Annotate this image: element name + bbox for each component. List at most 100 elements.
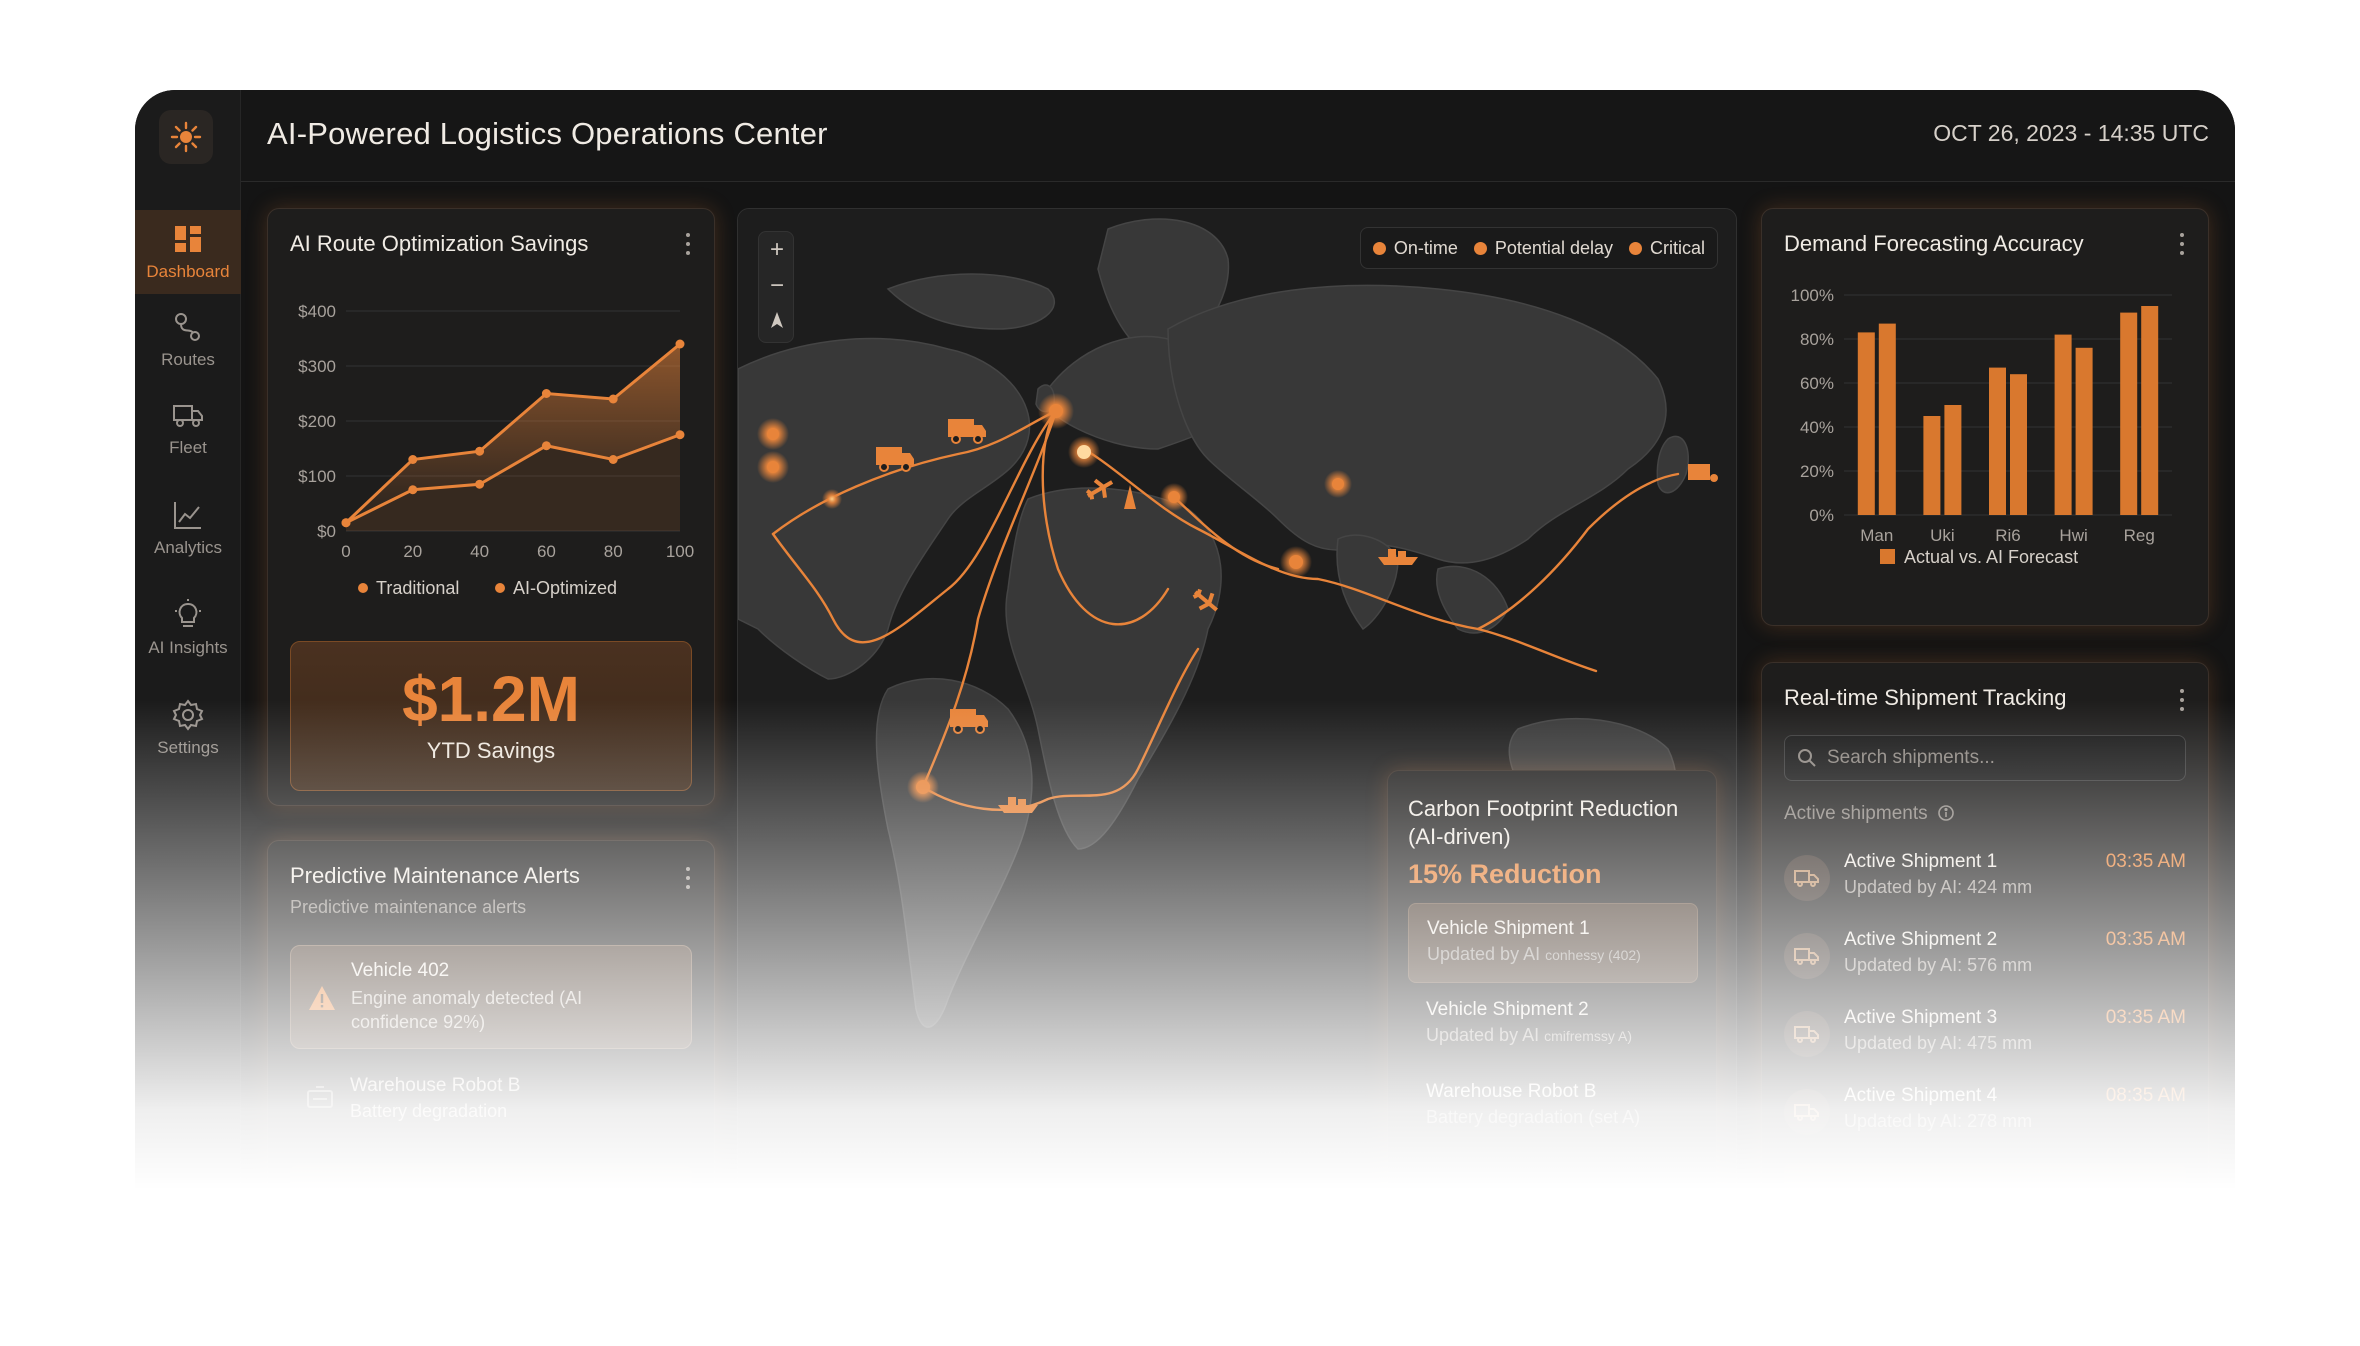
route-savings-card: AI Route Optimization Savings $0 $100 $200… [267, 208, 715, 806]
sidebar-item-routes[interactable]: Routes [135, 298, 241, 382]
alert-item[interactable]: Vehicle 402 Engine anomaly detected (AI … [290, 945, 692, 1049]
bar [1989, 367, 2006, 515]
sidebar-item-label: AI Insights [148, 638, 228, 657]
bar [1857, 332, 1875, 515]
view-all-alerts-button[interactable] [290, 1165, 692, 1205]
legend-marker [495, 583, 505, 593]
alert-description: Engine anomaly detected (AI confidence 9… [351, 988, 583, 1032]
bar [2075, 347, 2093, 515]
status-dot-icon [1473, 241, 1487, 255]
more-options-icon[interactable] [2178, 233, 2186, 255]
sidebar-item-dashboard[interactable]: Dashboard [135, 210, 241, 294]
data-point [541, 441, 551, 451]
data-point [541, 389, 551, 398]
legend-item-potential-delay: Potential delay [1473, 238, 1613, 259]
reset-north-button[interactable] [759, 304, 795, 340]
more-options-icon[interactable] [684, 867, 692, 889]
x-tick-label: Reg [2124, 526, 2155, 545]
x-tick-label: Man [1860, 526, 1893, 545]
carbon-reduction-value: 15% Reduction [1408, 859, 1602, 889]
savings-line-chart: $0 $100 $200 $300 $400 0 20 40 60 80 100 Traditiona… [298, 302, 694, 598]
shipment-status: Updated by AI cmifremssy A) [1426, 1025, 1632, 1045]
search-box [1784, 735, 2186, 781]
shipment-time: 08:35 AM [2105, 1085, 2186, 1106]
status-dot-icon [1372, 241, 1386, 255]
x-tick-label: 40 [470, 542, 489, 561]
shipment-row[interactable]: Active Shipment 3 Updated by AI: 475 mm … [1784, 1001, 2186, 1067]
x-tick-label: Hwi [2059, 526, 2087, 545]
shipment-row[interactable]: Active Shipment 4 Updated by AI: 278 mm … [1784, 1079, 2186, 1145]
y-tick-label: 20% [1800, 462, 1834, 481]
bar [2141, 306, 2159, 515]
alert-title: Vehicle 402 [351, 960, 450, 981]
maintenance-alerts-card: Predictive Maintenance Alerts Predictive… [267, 840, 715, 1210]
legend-label: AI-Optimized [513, 578, 617, 598]
sidebar-item-fleet[interactable]: Fleet [135, 386, 241, 470]
data-point [408, 485, 418, 495]
app-logo[interactable] [159, 110, 213, 164]
truck-icon [1784, 1011, 1830, 1057]
x-tick-label: 0 [341, 542, 350, 561]
route-icon [175, 313, 200, 341]
card-title: Demand Forecasting Accuracy [1784, 231, 2084, 256]
shipment-item[interactable]: Vehicle Shipment 2 Updated by AI cmifrem… [1408, 985, 1698, 1065]
shipment-time: 03:35 AM [2105, 1007, 2186, 1028]
data-point [608, 455, 618, 464]
data-point [675, 339, 685, 349]
header: AI-Powered Logistics Operations Center O… [241, 90, 2235, 182]
data-point [608, 394, 618, 404]
sidebar-item-settings[interactable]: Settings [135, 686, 241, 770]
card-subtitle: Predictive maintenance alerts [290, 897, 527, 917]
shipment-status: Updated by AI conhessy (402) [1427, 944, 1641, 964]
sidebar-item-analytics[interactable]: Analytics [135, 486, 241, 570]
zoom-in-button[interactable]: + [759, 232, 795, 268]
data-point [408, 455, 418, 464]
x-tick-label: 60 [537, 542, 556, 561]
shipment-status: Battery degradation (set A) [1426, 1107, 1641, 1127]
ytd-savings-value: $1.2M [402, 663, 580, 735]
alert-description: Battery degradation [350, 1101, 508, 1121]
y-tick-label: 0% [1809, 506, 1834, 525]
shipment-status: Updated by AI: 278 mm [1844, 1111, 2033, 1131]
sidebar-item-label: Settings [157, 738, 219, 757]
data-point [475, 446, 485, 456]
active-shipments-label: Active shipments [1784, 803, 1955, 825]
shipment-item[interactable]: Vehicle Shipment 1 Updated by AI conhess… [1408, 903, 1698, 983]
y-tick-label: $300 [298, 357, 336, 376]
sidebar-item-label: Fleet [169, 438, 207, 457]
shipment-item[interactable]: Warehouse Robot B Battery degradation (s… [1408, 1067, 1698, 1147]
legend-label: Actual vs. AI Forecast [1904, 547, 2078, 567]
info-icon[interactable] [1937, 804, 1955, 822]
more-options-icon[interactable] [2178, 689, 2186, 711]
shipment-row[interactable]: Active Shipment 2 Updated by AI: 576 mm … [1784, 923, 2186, 989]
truck-icon [1784, 1089, 1830, 1135]
shipment-name: Vehicle Shipment 2 [1426, 999, 1589, 1020]
gear-icon [172, 699, 204, 731]
x-tick-label: 80 [604, 542, 623, 561]
sidebar-item-label: Analytics [153, 538, 223, 557]
datetime-label: OCT 26, 2023 - 14:35 UTC [1933, 120, 2209, 146]
y-tick-label: 40% [1800, 418, 1834, 437]
shipment-status: Updated by AI: 475 mm [1844, 1033, 2033, 1053]
alert-item[interactable]: Warehouse Robot B Battery degradation [290, 1061, 692, 1141]
legend-label: Traditional [376, 578, 459, 598]
card-title: Real-time Shipment Tracking [1784, 685, 2067, 710]
sidebar-item-ai-insights[interactable]: AI Insights [135, 586, 241, 670]
y-tick-label: $100 [298, 467, 336, 486]
sidebar-item-label: Dashboard [146, 262, 230, 281]
bar [1944, 405, 1962, 515]
x-tick-label: Ri6 [1995, 526, 2021, 545]
app-window: Dashboard Routes Fleet Analytics AI Insi… [135, 90, 2235, 1210]
card-title: Predictive Maintenance Alerts [290, 863, 580, 888]
y-tick-label: $200 [298, 412, 336, 431]
sidebar: Dashboard Routes Fleet Analytics AI Insi… [135, 90, 241, 1210]
search-input[interactable] [1827, 736, 2177, 780]
more-options-icon[interactable] [684, 233, 692, 255]
x-tick-label: 100 [666, 542, 694, 561]
shipment-row[interactable]: Active Shipment 1 Updated by AI: 424 mm … [1784, 845, 2186, 911]
bar [2054, 334, 2072, 515]
zoom-out-button[interactable]: − [759, 268, 795, 304]
carbon-footprint-card: Carbon Footprint Reduction (AI-driven) 1… [1387, 770, 1717, 1210]
view-all-shipments-button[interactable] [1784, 1163, 2186, 1203]
ytd-savings-box: $1.2M YTD Savings [290, 641, 692, 791]
